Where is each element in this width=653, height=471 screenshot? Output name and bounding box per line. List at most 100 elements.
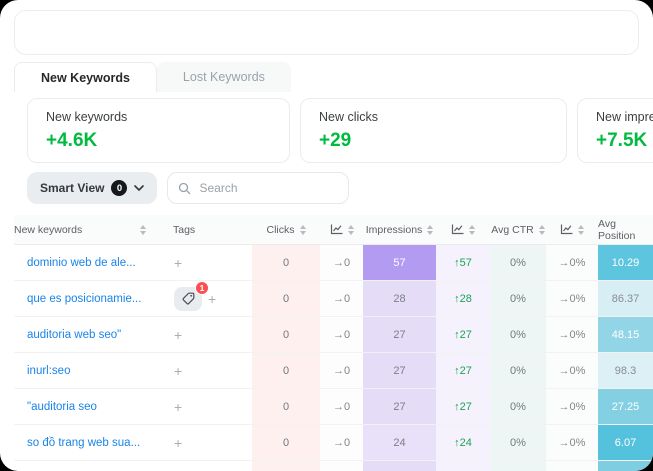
tags-cell: + — [160, 353, 252, 388]
sort-icon[interactable] — [348, 225, 354, 235]
col-header-impressions-trend[interactable] — [436, 215, 490, 244]
sort-icon[interactable] — [539, 225, 545, 235]
keyword-link[interactable]: "auditoria seo — [14, 389, 160, 424]
impressions-trend-cell: ↑27 — [436, 353, 490, 388]
avg-position-cell: 27.25 — [598, 389, 653, 424]
top-toolbar-box[interactable] — [14, 10, 639, 55]
keyword-link[interactable] — [14, 461, 160, 471]
add-tag-button[interactable]: + — [208, 292, 216, 306]
impressions-trend-cell: ↑27 — [436, 389, 490, 424]
avg-ctr-cell: 0% — [490, 245, 546, 280]
ctr-trend-cell: →0% — [546, 425, 598, 460]
stat-label: New impressions — [596, 110, 653, 124]
stat-label: New keywords — [46, 110, 289, 124]
add-tag-button[interactable]: + — [174, 328, 182, 342]
impressions-trend-cell: ↑27 — [436, 317, 490, 352]
table-row — [14, 461, 653, 471]
table-row: que es posicionamie... 1 + 0 →0 28 ↑28 0… — [14, 281, 653, 317]
clicks-cell: 0 — [252, 353, 320, 388]
clicks-trend-cell: →0 — [320, 245, 363, 280]
stats-row: New keywords +4.6K New clicks +29 New im… — [27, 98, 653, 163]
sort-icon[interactable] — [469, 225, 475, 235]
avg-position-cell: 6.07 — [598, 425, 653, 460]
avg-position-cell: 10.29 — [598, 245, 653, 280]
impressions-cell: 24 — [363, 425, 436, 460]
sort-icon[interactable] — [140, 225, 146, 235]
avg-position-cell: 98.3 — [598, 353, 653, 388]
add-tag-button[interactable]: + — [174, 256, 182, 270]
avg-ctr-cell: 0% — [490, 353, 546, 388]
col-header-avg-position[interactable]: Avg Position — [598, 215, 653, 244]
stat-card-new-impressions: New impressions +7.5K — [577, 98, 653, 163]
avg-ctr-cell: 0% — [490, 389, 546, 424]
tag-icon — [182, 292, 195, 305]
sort-icon[interactable] — [300, 225, 306, 235]
clicks-cell: 0 — [252, 245, 320, 280]
tags-cell: + — [160, 317, 252, 352]
col-header-ctr-trend[interactable] — [546, 215, 598, 244]
tags-cell: + — [160, 245, 252, 280]
impressions-cell: 27 — [363, 317, 436, 352]
search-icon — [178, 182, 191, 195]
ctr-trend-cell: →0% — [546, 281, 598, 316]
tag-chip-button[interactable]: 1 — [174, 287, 202, 311]
col-header-clicks[interactable]: Clicks — [252, 215, 320, 244]
clicks-trend-cell: →0 — [320, 425, 363, 460]
clicks-cell: 0 — [252, 389, 320, 424]
table-header: New keywords Tags Clicks Impressions — [14, 215, 653, 245]
sort-icon[interactable] — [427, 225, 433, 235]
table-row: dominio web de ale... + 0 →0 57 ↑57 0% →… — [14, 245, 653, 281]
tags-cell — [160, 461, 252, 471]
keyword-link[interactable]: dominio web de ale... — [14, 245, 160, 280]
clicks-trend-cell: →0 — [320, 317, 363, 352]
impressions-cell: 27 — [363, 389, 436, 424]
ctr-trend-cell — [546, 461, 598, 471]
add-tag-button[interactable]: + — [174, 364, 182, 378]
tags-cell: 1 + — [160, 281, 252, 316]
table-row: inurl:seo + 0 →0 27 ↑27 0% →0% 98.3 — [14, 353, 653, 389]
stat-card-new-keywords: New keywords +4.6K — [27, 98, 290, 163]
col-label: Clicks — [267, 224, 295, 236]
impressions-trend-cell: ↑57 — [436, 245, 490, 280]
stat-value: +7.5K — [596, 130, 653, 152]
ctr-trend-cell: →0% — [546, 245, 598, 280]
keyword-tabs: New Keywords Lost Keywords — [14, 62, 653, 92]
clicks-trend-cell — [320, 461, 363, 471]
keyword-link[interactable]: inurl:seo — [14, 353, 160, 388]
sort-icon[interactable] — [578, 225, 584, 235]
col-header-clicks-trend[interactable] — [320, 215, 363, 244]
clicks-cell: 0 — [252, 317, 320, 352]
impressions-cell: 57 — [363, 245, 436, 280]
col-header-tags: Tags — [160, 215, 252, 244]
tab-new-keywords[interactable]: New Keywords — [14, 62, 157, 92]
stat-label: New clicks — [319, 110, 566, 124]
clicks-trend-cell: →0 — [320, 281, 363, 316]
col-header-impressions[interactable]: Impressions — [363, 215, 436, 244]
line-chart-icon — [330, 224, 343, 235]
avg-ctr-cell: 0% — [490, 425, 546, 460]
add-tag-button[interactable]: + — [174, 400, 182, 414]
smart-view-dropdown[interactable]: Smart View 0 — [27, 172, 157, 204]
add-tag-button[interactable]: + — [174, 436, 182, 450]
impressions-cell: 28 — [363, 281, 436, 316]
table-controls: Smart View 0 — [27, 172, 653, 204]
col-header-new-keywords[interactable]: New keywords — [14, 215, 160, 244]
table-row: so đồ trang web sua... + 0 →0 24 ↑24 0% … — [14, 425, 653, 461]
smart-view-label: Smart View — [40, 181, 104, 195]
impressions-cell: 27 — [363, 353, 436, 388]
avg-position-cell: 86.37 — [598, 281, 653, 316]
keyword-link[interactable]: que es posicionamie... — [14, 281, 160, 316]
keyword-link[interactable]: so đồ trang web sua... — [14, 425, 160, 460]
clicks-cell: 0 — [252, 425, 320, 460]
col-header-avg-ctr[interactable]: Avg CTR — [490, 215, 546, 244]
search-box — [167, 172, 349, 204]
stat-value: +29 — [319, 130, 566, 152]
search-input[interactable] — [199, 181, 338, 195]
keywords-table: New keywords Tags Clicks Impressions — [14, 215, 653, 471]
avg-ctr-cell: 0% — [490, 281, 546, 316]
clicks-cell: 0 — [252, 281, 320, 316]
col-label: Avg CTR — [491, 224, 533, 236]
ctr-trend-cell: →0% — [546, 389, 598, 424]
tab-lost-keywords[interactable]: Lost Keywords — [157, 62, 291, 92]
keyword-link[interactable]: auditoria web seo" — [14, 317, 160, 352]
